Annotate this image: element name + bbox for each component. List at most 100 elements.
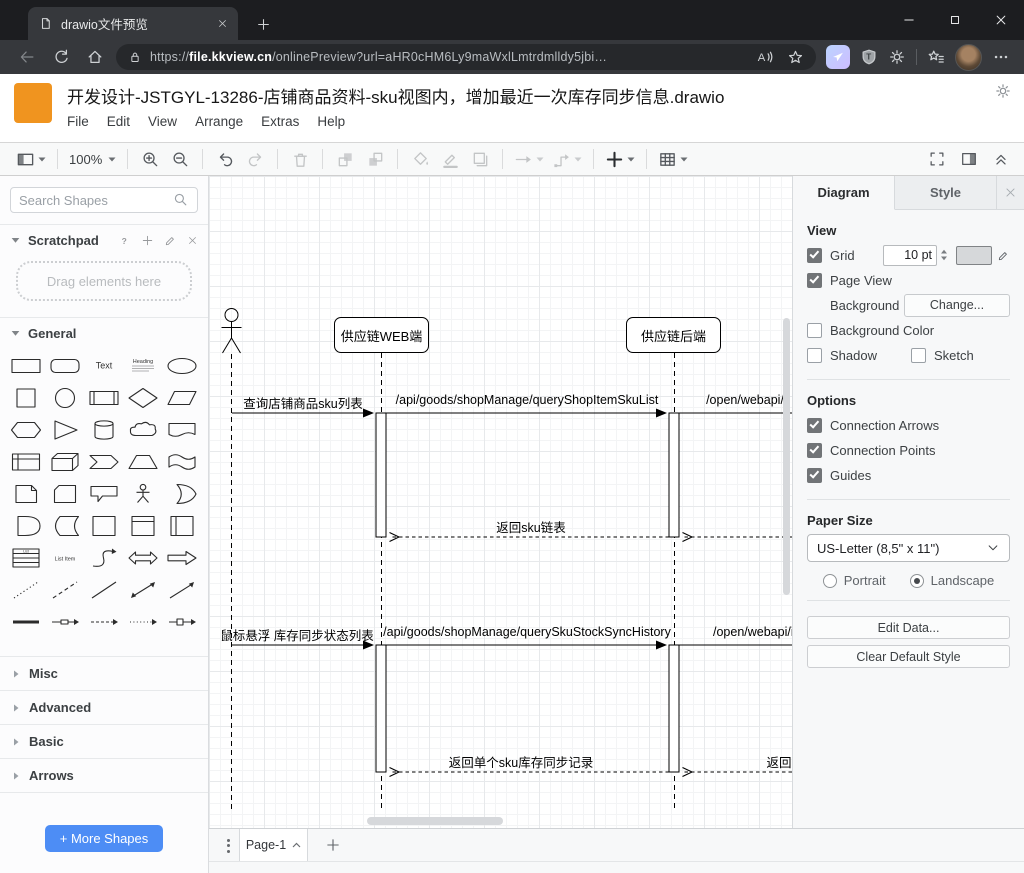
scratchpad-header[interactable]: Scratchpad ? bbox=[0, 225, 208, 255]
theme-sun-icon[interactable] bbox=[994, 82, 1012, 100]
collections-icon[interactable] bbox=[927, 48, 945, 66]
shape-data-storage[interactable] bbox=[45, 512, 84, 540]
shape-link[interactable] bbox=[6, 608, 45, 636]
shape-vertical-container[interactable] bbox=[163, 512, 202, 540]
shape-dotted-line[interactable] bbox=[6, 576, 45, 604]
shape-bidirectional-arrow[interactable] bbox=[124, 544, 163, 572]
shape-cylinder[interactable] bbox=[84, 416, 123, 444]
shape-trapezoid[interactable] bbox=[124, 448, 163, 476]
shape-bidirectional-connector[interactable] bbox=[124, 576, 163, 604]
menu-arrange[interactable]: Arrange bbox=[186, 111, 252, 132]
menu-file[interactable]: File bbox=[58, 111, 98, 132]
extensions-icon[interactable] bbox=[888, 48, 906, 66]
back-icon[interactable] bbox=[10, 42, 44, 72]
shape-ellipse[interactable] bbox=[163, 352, 202, 380]
shape-container[interactable] bbox=[84, 512, 123, 540]
shape-cube[interactable] bbox=[45, 448, 84, 476]
shape-textbox[interactable]: Heading bbox=[124, 352, 163, 380]
scratchpad-add-icon[interactable] bbox=[141, 234, 154, 247]
profile-avatar[interactable] bbox=[955, 43, 982, 71]
activation-bars[interactable] bbox=[375, 412, 680, 773]
sidebar-section-misc[interactable]: Misc bbox=[0, 656, 208, 690]
clear-default-style-button[interactable]: Clear Default Style bbox=[807, 645, 1010, 668]
shape-edge-node[interactable] bbox=[163, 608, 202, 636]
guides-checkbox[interactable] bbox=[807, 467, 822, 483]
sidebar-section-arrows[interactable]: Arrows bbox=[0, 758, 208, 792]
panel-close-icon[interactable] bbox=[997, 176, 1024, 209]
background-color-checkbox[interactable] bbox=[807, 322, 822, 338]
shape-edge-dotted[interactable] bbox=[124, 608, 163, 636]
shape-internal-storage[interactable] bbox=[6, 448, 45, 476]
shape-edge-dashed[interactable] bbox=[84, 608, 123, 636]
zoom-level[interactable]: 100% bbox=[69, 146, 116, 172]
translate-extension-icon[interactable] bbox=[826, 45, 850, 69]
message-label[interactable]: 查询店铺商品sku列表 bbox=[243, 393, 362, 412]
sidebar-section-advanced[interactable]: Advanced bbox=[0, 690, 208, 724]
page-view-checkbox[interactable] bbox=[807, 272, 822, 288]
window-maximize-button[interactable] bbox=[932, 0, 978, 40]
shape-edge-label[interactable] bbox=[45, 608, 84, 636]
shape-directional-connector[interactable] bbox=[163, 576, 202, 604]
url-text[interactable]: https://file.kkview.cn/onlinePreview?url… bbox=[150, 50, 741, 64]
message-label[interactable]: /open/webapi/ bbox=[706, 393, 784, 407]
pages-menu-icon[interactable] bbox=[219, 836, 237, 855]
favorite-star-icon[interactable] bbox=[787, 49, 804, 66]
shape-step[interactable] bbox=[84, 448, 123, 476]
grid-size-input[interactable]: 10 pt bbox=[883, 244, 937, 266]
shape-triangle[interactable] bbox=[45, 416, 84, 444]
shape-line[interactable] bbox=[84, 576, 123, 604]
shape-square[interactable] bbox=[6, 384, 45, 412]
collapse-icon[interactable] bbox=[990, 146, 1012, 172]
shape-container-title[interactable] bbox=[124, 512, 163, 540]
tab-style[interactable]: Style bbox=[895, 176, 997, 209]
home-icon[interactable] bbox=[78, 42, 112, 72]
lifeline-box-web[interactable]: 供应链WEB端 bbox=[334, 317, 429, 353]
zoom-out-icon[interactable] bbox=[169, 146, 191, 172]
shape-rectangle[interactable] bbox=[6, 352, 45, 380]
insert-icon[interactable] bbox=[605, 146, 635, 172]
message-label[interactable]: /api/goods/shopManage/querySkuStockSyncH… bbox=[383, 625, 671, 639]
shape-rounded-rectangle[interactable] bbox=[45, 352, 84, 380]
shape-note[interactable] bbox=[6, 480, 45, 508]
canvas-horizontal-scrollbar[interactable] bbox=[367, 817, 503, 825]
view-panels-icon[interactable] bbox=[16, 146, 46, 172]
fullscreen-icon[interactable] bbox=[926, 146, 948, 172]
menu-extras[interactable]: Extras bbox=[252, 111, 308, 132]
shape-curve[interactable] bbox=[84, 544, 123, 572]
page-tab[interactable]: Page-1 bbox=[239, 829, 308, 861]
format-panel-icon[interactable] bbox=[958, 146, 980, 172]
zoom-in-icon[interactable] bbox=[139, 146, 161, 172]
refresh-icon[interactable] bbox=[44, 42, 78, 72]
shape-text[interactable]: Text bbox=[84, 352, 123, 380]
message-label[interactable]: 返回 bbox=[766, 752, 791, 771]
change-background-button[interactable]: Change... bbox=[904, 293, 1010, 317]
message-label[interactable]: 返回单个sku库存同步记录 bbox=[449, 752, 593, 771]
shape-list[interactable]: List bbox=[6, 544, 45, 572]
message-label[interactable]: /api/goods/shopManage/queryShopItemSkuLi… bbox=[396, 393, 659, 407]
connection-arrows-checkbox[interactable] bbox=[807, 417, 822, 433]
sidebar-section-basic[interactable]: Basic bbox=[0, 724, 208, 758]
shape-and[interactable] bbox=[6, 512, 45, 540]
shape-circle[interactable] bbox=[45, 384, 84, 412]
connection-points-checkbox[interactable] bbox=[807, 442, 822, 458]
edit-grid-color-icon[interactable] bbox=[997, 249, 1010, 262]
search-shapes-input[interactable]: Search Shapes bbox=[10, 187, 198, 213]
table-icon[interactable] bbox=[658, 146, 688, 172]
shape-process[interactable] bbox=[84, 384, 123, 412]
canvas-vertical-scrollbar[interactable] bbox=[783, 318, 790, 595]
general-section-header[interactable]: General bbox=[0, 318, 208, 348]
message-label[interactable]: 鼠标悬浮 库存同步状态列表 bbox=[220, 625, 373, 644]
landscape-radio[interactable]: Landscape bbox=[909, 573, 994, 588]
diagram-canvas[interactable]: 供应链WEB端 供应链后端 查询店铺商品sku列表 /api/goods/sho… bbox=[209, 176, 792, 828]
scratchpad-edit-icon[interactable] bbox=[164, 234, 177, 247]
tab-diagram[interactable]: Diagram bbox=[793, 176, 895, 210]
menu-view[interactable]: View bbox=[139, 111, 186, 132]
browser-tab[interactable]: drawio文件预览 bbox=[28, 7, 238, 40]
new-tab-button[interactable] bbox=[250, 11, 276, 37]
sketch-checkbox[interactable] bbox=[911, 347, 926, 363]
undo-icon[interactable] bbox=[214, 146, 236, 172]
window-close-button[interactable] bbox=[978, 0, 1024, 40]
lifeline-box-backend[interactable]: 供应链后端 bbox=[626, 317, 721, 353]
add-page-button[interactable] bbox=[321, 833, 345, 857]
grid-checkbox[interactable] bbox=[807, 247, 822, 263]
